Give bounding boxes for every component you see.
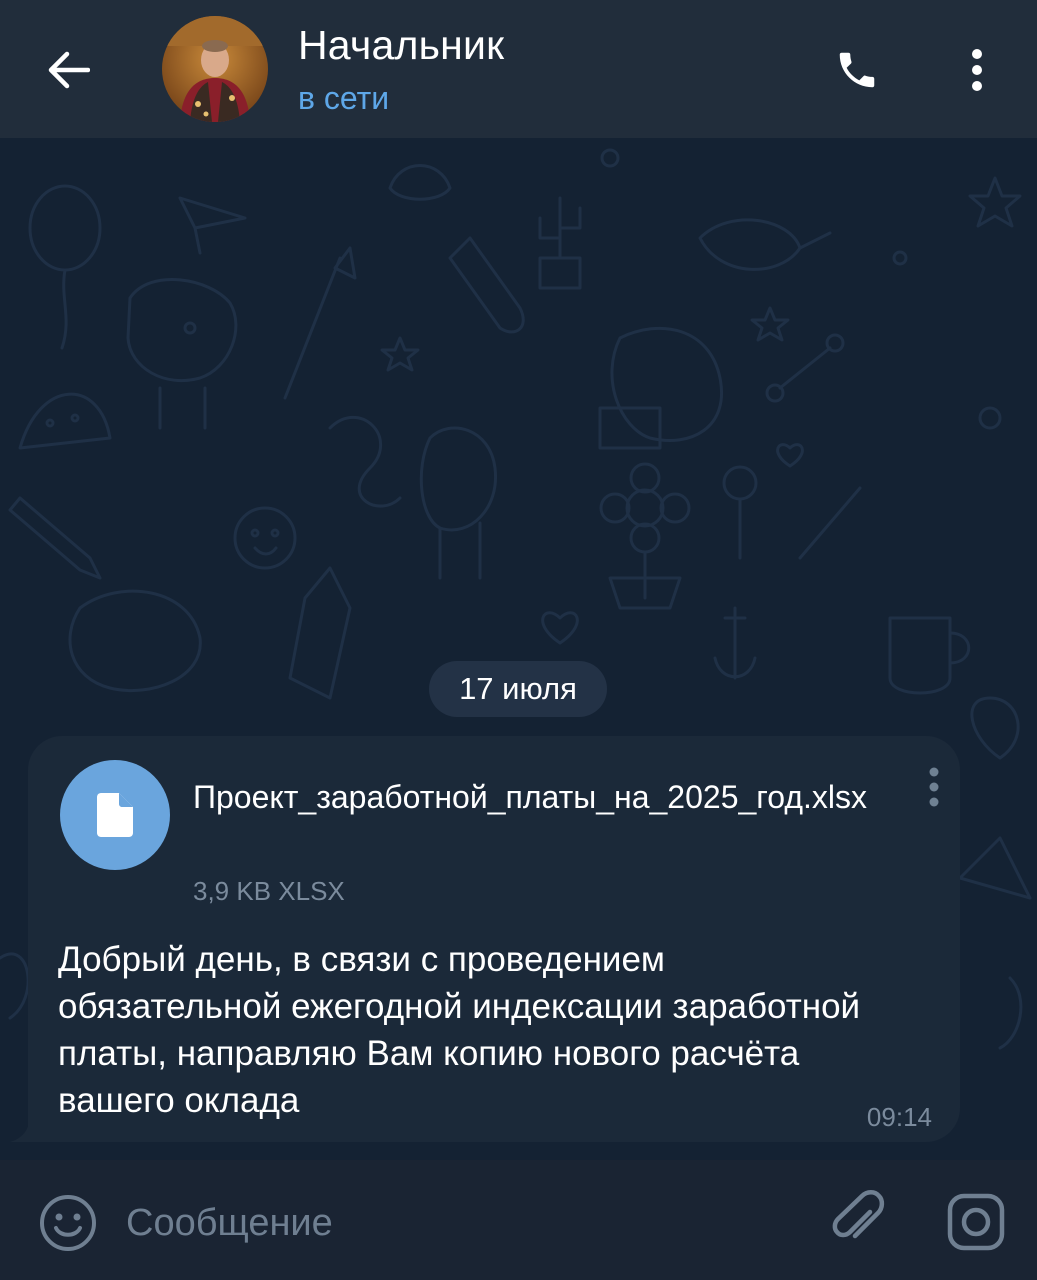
- message-text: Добрый день, в связи с проведением обяза…: [58, 940, 861, 1120]
- message-input[interactable]: [126, 1192, 786, 1254]
- message-timestamp: 09:14: [866, 1102, 932, 1132]
- emoji-button[interactable]: [36, 1191, 100, 1255]
- call-button[interactable]: [824, 40, 890, 100]
- chat-area[interactable]: 17 июля Проект_заработной_платы_на_2025_…: [0, 138, 1037, 1160]
- date-separator: 17 июля: [429, 661, 607, 717]
- phone-icon: [839, 52, 875, 88]
- camera-icon: [947, 1193, 1005, 1251]
- online-status: в сети: [298, 80, 390, 116]
- arrow-left-icon: [48, 51, 90, 89]
- chat-title[interactable]: Начальник: [298, 22, 504, 69]
- back-button[interactable]: [36, 40, 100, 100]
- more-options-button[interactable]: [952, 40, 1002, 100]
- avatar[interactable]: [162, 16, 268, 122]
- smile-icon: [40, 1195, 96, 1251]
- message-composer: [0, 1160, 1037, 1280]
- paperclip-icon: [832, 1190, 885, 1239]
- chat-header: Начальник в сети: [0, 0, 1037, 138]
- file-size-type: 3,9 KB XLSX: [193, 876, 345, 906]
- file-options-button[interactable]: [921, 764, 947, 810]
- message-bubble[interactable]: Проект_заработной_платы_на_2025_год.xlsx…: [28, 736, 960, 1142]
- more-vertical-icon: [972, 49, 982, 91]
- attach-button[interactable]: [826, 1188, 890, 1252]
- more-vertical-icon: [929, 767, 939, 807]
- file-icon: [97, 793, 133, 837]
- file-name[interactable]: Проект_заработной_платы_на_2025_год.xlsx: [193, 774, 893, 820]
- camera-button[interactable]: [944, 1190, 1008, 1254]
- avatar-image: [162, 16, 268, 122]
- file-download-button[interactable]: [60, 760, 170, 870]
